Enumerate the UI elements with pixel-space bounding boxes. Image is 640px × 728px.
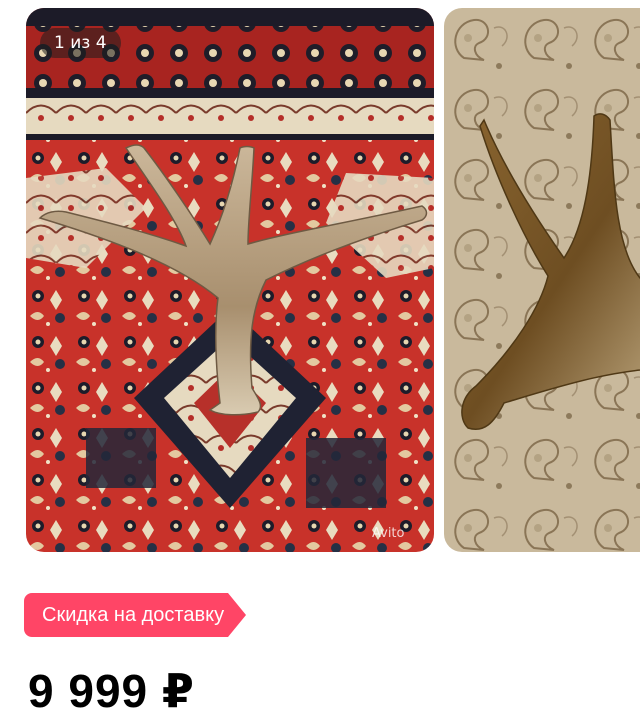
avito-watermark: Avito — [372, 526, 405, 541]
paisley-photo — [444, 8, 640, 552]
listing-page: 1 из 4 Avito Скидка на доставку 9 999 ₽ — [0, 0, 640, 728]
delivery-discount-tag[interactable]: Скидка на доставку — [24, 593, 247, 637]
gallery-photo-1[interactable] — [26, 8, 434, 552]
photo-counter-badge: 1 из 4 — [40, 28, 121, 58]
delivery-discount-label: Скидка на доставку — [24, 593, 229, 637]
listing-price: 9 999 ₽ — [28, 665, 195, 717]
rug-photo — [26, 8, 434, 552]
photo-gallery[interactable]: 1 из 4 Avito — [0, 0, 640, 560]
gallery-photo-2[interactable] — [444, 8, 640, 552]
tag-arrow-shape — [228, 593, 247, 637]
